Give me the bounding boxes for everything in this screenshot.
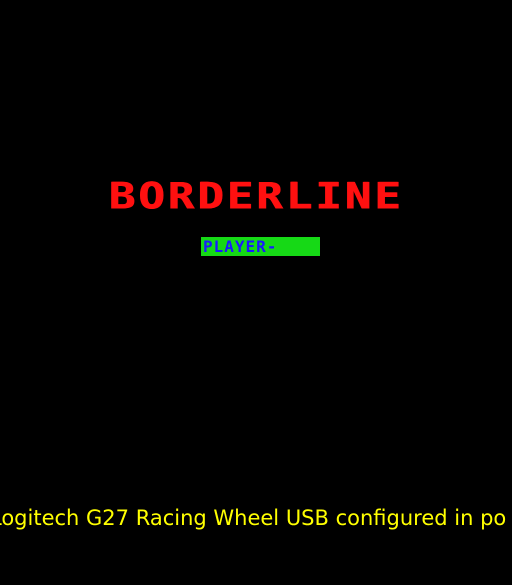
game-screen: BORDERLINE PLAYER- Logitech G27 Racing W…	[0, 0, 512, 585]
game-title: BORDERLINE	[108, 175, 404, 218]
player-label: PLAYER-	[201, 237, 320, 256]
status-message: Logitech G27 Racing Wheel USB configured…	[0, 506, 507, 530]
